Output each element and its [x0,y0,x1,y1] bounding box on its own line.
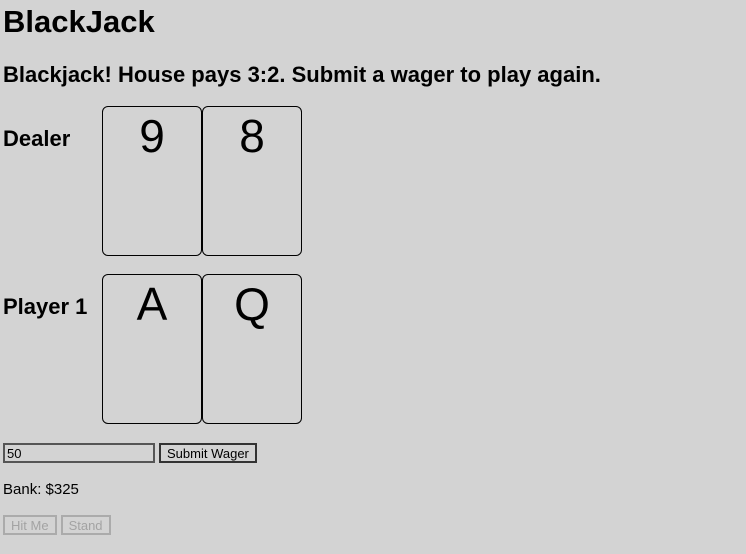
status-message: Blackjack! House pays 3:2. Submit a wage… [3,62,601,87]
hit-me-button[interactable]: Hit Me [3,515,57,535]
dealer-card: 9 [102,106,202,256]
player-card: Q [202,274,302,424]
dealer-label: Dealer [3,126,71,151]
dealer-hand: Dealer 9 8 [3,106,746,256]
wager-form: Submit Wager [3,442,746,464]
dealer-cards: 9 8 [102,106,302,256]
player-cards: A Q [102,274,302,424]
game-page: BlackJack Blackjack! House pays 3:2. Sub… [0,0,746,554]
wager-input[interactable] [3,443,155,463]
player-card: A [102,274,202,424]
stand-button[interactable]: Stand [60,515,111,535]
bank-balance: Bank: $325 [3,481,79,498]
action-buttons: Hit Me Stand [3,515,746,535]
player-hand: Player 1 A Q [3,274,746,424]
submit-wager-button[interactable]: Submit Wager [159,443,257,463]
dealer-card: 8 [202,106,302,256]
game-title: BlackJack [3,4,155,39]
player-label: Player 1 [3,294,88,319]
